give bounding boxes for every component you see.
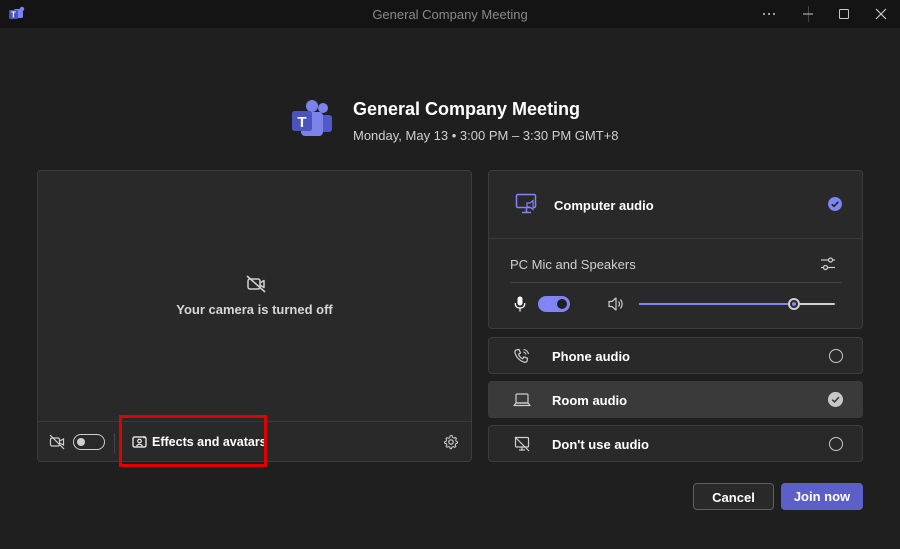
more-options-icon[interactable]: [758, 4, 780, 24]
minimize-icon[interactable]: [797, 4, 819, 24]
effects-highlight-box: [119, 415, 267, 467]
computer-audio-icon: [515, 193, 537, 214]
join-now-button[interactable]: Join now: [781, 483, 863, 510]
camera-off-message: Your camera is turned off: [176, 302, 333, 317]
gear-icon[interactable]: [443, 434, 459, 450]
check-icon[interactable]: [828, 392, 843, 407]
cancel-button[interactable]: Cancel: [693, 483, 774, 510]
device-label: PC Mic and Speakers: [510, 257, 636, 272]
no-audio-radio[interactable]: [829, 437, 843, 451]
room-audio-option[interactable]: Room audio: [488, 381, 863, 418]
camera-toggle[interactable]: [73, 434, 105, 450]
volume-slider-thumb[interactable]: [787, 298, 800, 310]
laptop-icon: [513, 393, 531, 407]
check-icon: [828, 197, 842, 211]
phone-audio-option[interactable]: Phone audio: [488, 337, 863, 374]
svg-text:T: T: [297, 114, 306, 131]
phone-audio-radio[interactable]: [829, 349, 843, 363]
microphone-toggle-knob: [557, 299, 567, 309]
no-audio-option[interactable]: Don't use audio: [488, 425, 863, 462]
video-off-icon: [49, 434, 65, 450]
camera-toggle-knob: [77, 437, 85, 446]
phone-icon: [514, 348, 530, 363]
volume-slider-fill: [639, 303, 794, 305]
meeting-time: Monday, May 13 • 3:00 PM – 3:30 PM GMT+8: [353, 128, 619, 143]
phone-audio-label: Phone audio: [552, 349, 630, 364]
device-divider: [510, 282, 842, 283]
sliders-icon[interactable]: [820, 256, 836, 272]
speaker-icon: [608, 297, 623, 311]
teams-logo: T: [292, 100, 332, 136]
no-audio-label: Don't use audio: [552, 437, 649, 452]
microphone-toggle[interactable]: [538, 296, 570, 312]
camera-off-icon: [246, 275, 266, 293]
close-icon[interactable]: [870, 4, 892, 24]
toolbar-divider: [114, 433, 115, 453]
computer-audio-card: Computer audio PC Mic and Speakers: [488, 170, 863, 329]
computer-audio-option[interactable]: Computer audio: [489, 171, 862, 239]
room-audio-label: Room audio: [552, 393, 628, 408]
title-bar: T General Company Meeting: [0, 0, 900, 28]
no-audio-icon: [514, 436, 530, 452]
microphone-icon: [514, 296, 526, 312]
volume-slider[interactable]: [639, 298, 835, 310]
maximize-icon[interactable]: [833, 4, 855, 24]
meeting-title: General Company Meeting: [353, 99, 581, 119]
computer-audio-label: Computer audio: [554, 198, 654, 213]
